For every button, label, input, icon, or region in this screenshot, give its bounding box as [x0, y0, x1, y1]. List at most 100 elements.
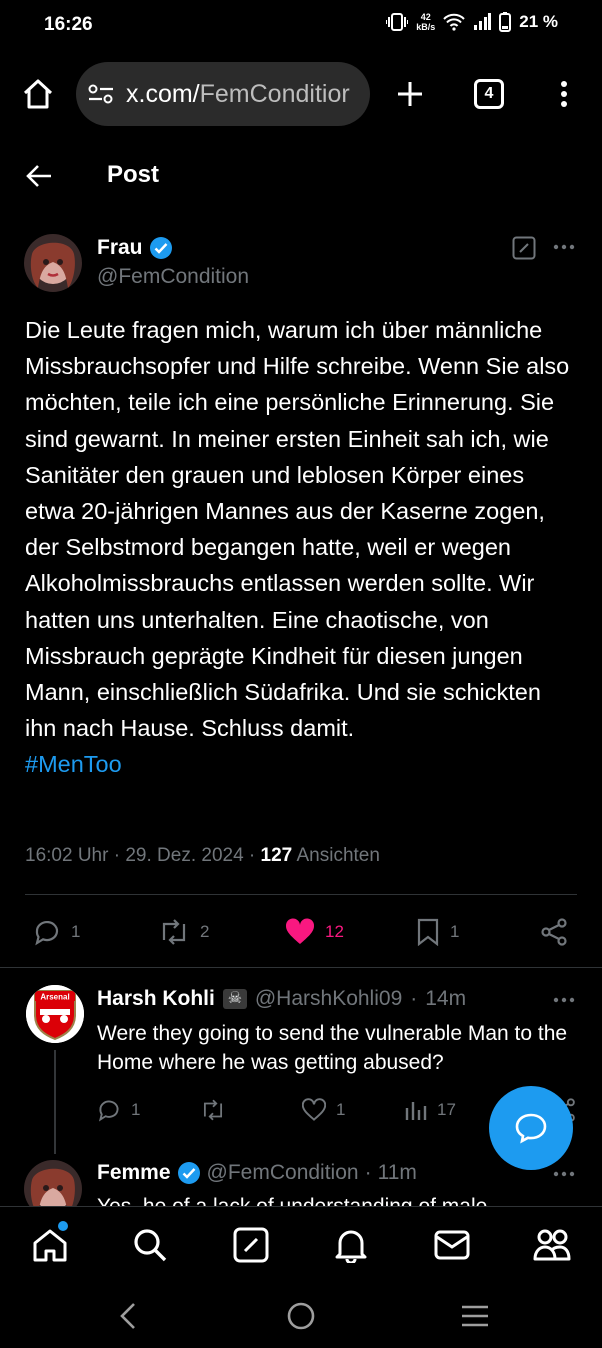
views-count: 127 [260, 845, 293, 866]
bottom-navigation [0, 1206, 602, 1287]
divider [0, 967, 602, 968]
bookmark-icon [417, 918, 439, 946]
system-navigation [0, 1286, 602, 1348]
compose-reply-fab[interactable] [489, 1086, 573, 1170]
vibrate-icon [386, 13, 409, 31]
repost-icon [162, 919, 186, 945]
author-name[interactable]: Frau [97, 236, 143, 260]
skull-crossbones-icon: ☠ [222, 989, 247, 1009]
bookmark-count: 1 [450, 922, 460, 941]
nav-home[interactable] [32, 1221, 68, 1263]
edit-icon [512, 236, 536, 260]
chat-bubble-icon [515, 1113, 547, 1144]
url-path: FemConditior [199, 79, 350, 108]
share-button[interactable] [540, 918, 568, 946]
reply2-time: 11m [377, 1161, 417, 1184]
nav-compose[interactable] [233, 1227, 269, 1263]
like-count: 12 [325, 922, 344, 941]
reply-repost-button[interactable] [200, 1098, 226, 1122]
reply-icon [98, 1100, 119, 1122]
more-horizontal-icon [553, 1171, 575, 1177]
views-label: Ansichten [296, 845, 380, 866]
browser-menu-button[interactable] [558, 80, 570, 108]
reply2-more-button[interactable] [553, 1171, 575, 1177]
repost-button[interactable]: 2 [158, 918, 209, 946]
status-icons: 42 kB/s 21 % [386, 12, 558, 32]
notification-dot [58, 1221, 68, 1231]
net-speed-unit: kB/s [416, 22, 436, 32]
bell-icon [335, 1230, 367, 1263]
site-settings-icon[interactable] [88, 83, 114, 105]
more-horizontal-icon [553, 997, 575, 1003]
reply-time: 14m [425, 987, 467, 1010]
reply-author-name[interactable]: Harsh Kohli [97, 987, 215, 1011]
signal-icon [473, 13, 492, 31]
system-back-button[interactable] [119, 1302, 137, 1330]
battery-percent: 21 % [519, 12, 558, 31]
net-speed: 42 kB/s [416, 12, 435, 32]
mail-icon [434, 1230, 470, 1260]
menu-lines-icon [462, 1305, 488, 1327]
reply-text: Were they going to send the vulnerable M… [97, 1022, 568, 1074]
home-icon [33, 1229, 67, 1262]
battery-icon [499, 12, 512, 32]
reply-count: 1 [71, 922, 81, 941]
reply-avatar-text: Arsenal [40, 993, 69, 1002]
nav-notifications[interactable] [333, 1227, 369, 1263]
reply2-author-row: Femme @FemCondition · 11m [97, 1161, 417, 1185]
wifi-icon [443, 13, 465, 31]
home-button[interactable] [22, 78, 54, 110]
page-title: Post [107, 161, 160, 188]
reply-button[interactable]: 1 [33, 918, 80, 946]
reply-views-button[interactable]: 17 [405, 1098, 456, 1122]
net-speed-value: 42 [420, 12, 431, 22]
heart-filled-icon [285, 918, 315, 944]
reply-author-row: Harsh Kohli ☠ @HarshKohli09 · 14m [97, 987, 466, 1011]
reply-like-button[interactable]: 1 [302, 1098, 345, 1122]
nav-communities[interactable] [533, 1227, 571, 1263]
tweet-date: 29. Dez. 2024 [125, 845, 244, 866]
reply-avatar[interactable]: Arsenal [26, 985, 84, 1043]
nav-search[interactable] [132, 1227, 168, 1263]
home-icon [23, 79, 53, 109]
tab-switcher-button[interactable]: 4 [474, 79, 504, 109]
divider [25, 894, 577, 895]
reply-icon [35, 920, 59, 946]
hashtag-link[interactable]: #MenToo [25, 751, 122, 777]
reply2-author-handle[interactable]: @FemCondition [207, 1161, 359, 1185]
nav-messages[interactable] [434, 1227, 470, 1263]
status-time: 16:26 [44, 14, 93, 35]
system-home-button[interactable] [287, 1302, 315, 1330]
reply2-author-name[interactable]: Femme [97, 1161, 171, 1185]
separator-dot: · [364, 1161, 372, 1184]
reply-reply-button[interactable]: 1 [97, 1098, 140, 1122]
share-icon [541, 918, 567, 946]
reply-more-button[interactable] [553, 997, 575, 1003]
author-handle[interactable]: @FemCondition [97, 265, 249, 289]
url-text[interactable]: x.com/FemConditior [126, 80, 350, 109]
reply-reply-count: 1 [131, 1100, 141, 1119]
circle-icon [287, 1302, 315, 1330]
separator-dot: · [410, 987, 418, 1010]
back-button[interactable] [26, 164, 52, 188]
avatar[interactable] [24, 234, 82, 292]
new-tab-button[interactable] [396, 80, 424, 108]
compose-icon [233, 1227, 269, 1263]
tweet-meta: 16:02 Uhr · 29. Dez. 2024 · 127 Ansichte… [25, 845, 380, 866]
more-horizontal-icon [553, 244, 575, 250]
reply-author-handle[interactable]: @HarshKohli09 [255, 987, 402, 1011]
url-bar[interactable]: x.com/FemConditior [76, 62, 370, 126]
url-domain: x.com/ [126, 79, 200, 108]
tweet-more-button[interactable] [553, 244, 575, 250]
tweet-time: 16:02 Uhr [25, 845, 109, 866]
bookmark-button[interactable]: 1 [416, 918, 459, 946]
edit-button[interactable] [512, 236, 536, 260]
verified-badge-icon [177, 1161, 201, 1185]
tweet-body-text: Die Leute fragen mich, warum ich über mä… [25, 317, 570, 742]
author-row: Frau [97, 236, 173, 260]
more-vertical-icon [561, 81, 567, 107]
system-recents-button[interactable] [460, 1304, 490, 1328]
repost-icon [203, 1099, 223, 1121]
like-button[interactable]: 12 [285, 918, 344, 946]
analytics-icon [405, 1102, 427, 1120]
